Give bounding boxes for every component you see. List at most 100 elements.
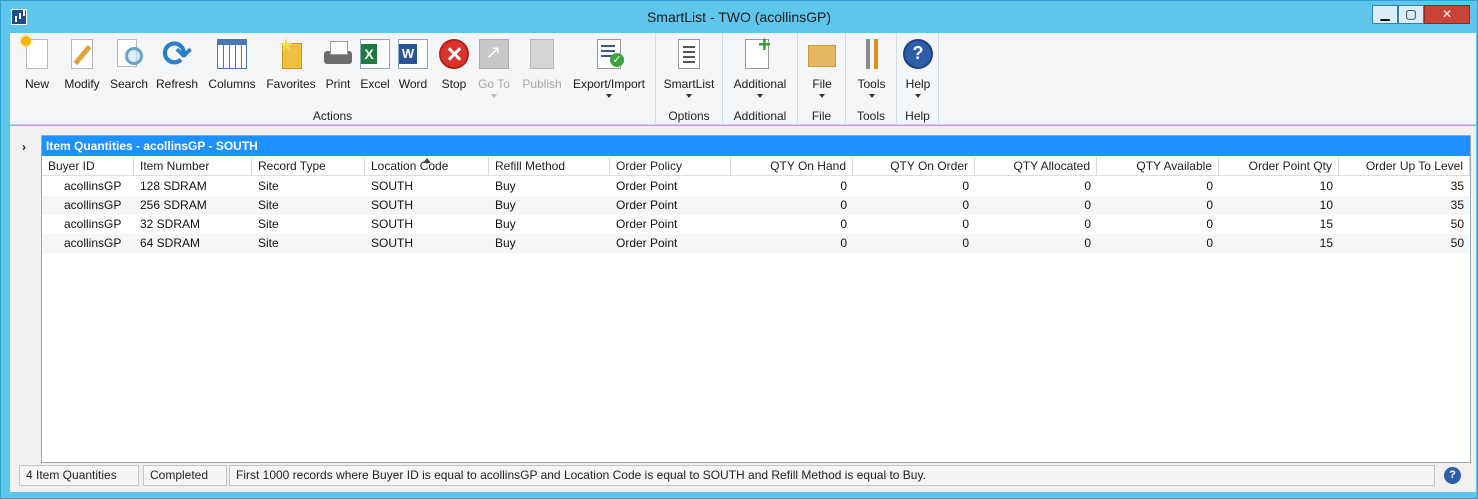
table-cell: Site	[258, 236, 279, 250]
table-cell: 64 SDRAM	[140, 236, 201, 250]
modify-pencil-icon	[71, 39, 93, 69]
word-icon	[398, 39, 428, 69]
file-button[interactable]: File	[802, 37, 842, 103]
table-row[interactable]: acollinsGP 64 SDRAM Site SOUTH Buy Order Poin…	[42, 234, 1470, 253]
expand-panel-chevron-icon[interactable]: ›	[22, 140, 26, 154]
table-cell: acollinsGP	[64, 217, 122, 231]
maximize-button[interactable]: ▢	[1398, 5, 1424, 24]
table-cell: Buy	[495, 236, 516, 250]
table-cell: acollinsGP	[64, 198, 122, 212]
table-cell: 35	[1450, 198, 1464, 212]
stop-button[interactable]: Stop	[436, 37, 472, 103]
table-cell: 0	[840, 198, 847, 212]
new-button[interactable]: New	[16, 36, 58, 103]
ribbon-group-tools: Tools Tools	[846, 33, 897, 125]
table-cell: acollinsGP	[64, 179, 122, 193]
table-cell: Order Point	[616, 217, 678, 231]
refresh-icon	[162, 33, 192, 75]
group-label-tools: Tools	[856, 109, 885, 123]
table-cell: 0	[1206, 236, 1213, 250]
grid-header: Buyer ID Item Number Record Type Location C…	[42, 157, 1470, 176]
print-button[interactable]: Print	[320, 37, 356, 103]
tools-icon	[857, 39, 887, 69]
word-label: Word	[398, 77, 428, 91]
column-header[interactable]: QTY On Hand	[731, 157, 853, 176]
column-header[interactable]: QTY Allocated	[975, 157, 1097, 176]
table-cell: Order Point	[616, 236, 678, 250]
group-label-actions: Actions	[312, 109, 353, 123]
column-header[interactable]: Buyer ID	[42, 157, 134, 176]
column-header[interactable]: Refill Method	[489, 157, 610, 176]
word-button[interactable]: Word	[395, 37, 431, 103]
column-header[interactable]: QTY Available	[1097, 157, 1219, 176]
smartlist-button[interactable]: SmartList	[660, 37, 718, 103]
column-header[interactable]: Order Point Qty	[1219, 157, 1339, 176]
table-cell: 0	[1084, 179, 1091, 193]
modify-button[interactable]: Modify	[60, 37, 104, 103]
title-bar[interactable]: SmartList - TWO (acollinsGP) ▁ ▢ ✕	[1, 1, 1477, 32]
print-label: Print	[325, 77, 351, 91]
table-cell: 15	[1319, 236, 1333, 250]
ribbon-group-help: Help Help	[897, 33, 939, 125]
column-header[interactable]: Order Policy	[610, 157, 731, 176]
chevron-down-icon	[757, 94, 763, 98]
minimize-button[interactable]: ▁	[1372, 5, 1398, 24]
help-icon[interactable]: ?	[1444, 467, 1461, 484]
column-header[interactable]: Record Type	[252, 157, 365, 176]
ribbon-group-options: SmartList Options	[656, 33, 723, 125]
group-label-additional: Additional	[733, 109, 787, 123]
table-cell: Order Point	[616, 198, 678, 212]
chevron-down-icon	[915, 94, 921, 98]
table-cell: 0	[840, 236, 847, 250]
table-row[interactable]: acollinsGP 256 SDRAM Site SOUTH Buy Order Poi…	[42, 196, 1470, 215]
columns-label: Columns	[208, 77, 256, 91]
status-bar: 4 Item Quantities Completed First 1000 r…	[10, 463, 1476, 488]
table-row[interactable]: acollinsGP 32 SDRAM Site SOUTH Buy Order Poin…	[42, 215, 1470, 234]
help-button[interactable]: Help	[899, 37, 937, 103]
modify-label: Modify	[64, 77, 100, 91]
help-question-icon	[903, 39, 933, 69]
column-header[interactable]: Order Up To Level	[1339, 157, 1470, 176]
chevron-down-icon	[686, 94, 692, 98]
additional-button[interactable]: Additional	[727, 32, 793, 103]
smartlist-icon	[678, 39, 700, 69]
favorites-button[interactable]: Favorites	[263, 35, 319, 103]
search-button[interactable]: Search	[108, 37, 150, 103]
goto-button[interactable]: Go To	[475, 37, 513, 103]
results-grid: Item Quantities - acollinsGP - SOUTH Buy…	[41, 135, 1471, 463]
table-cell: Buy	[495, 179, 516, 193]
favorites-label: Favorites	[266, 77, 316, 91]
table-cell: 10	[1319, 179, 1333, 193]
refresh-button[interactable]: Refresh	[154, 33, 200, 103]
goto-label: Go To	[478, 77, 510, 91]
table-cell: Order Point	[616, 179, 678, 193]
publish-button[interactable]: Publish	[519, 37, 565, 103]
table-cell: 0	[1206, 198, 1213, 212]
table-cell: Site	[258, 217, 279, 231]
stop-icon	[439, 39, 469, 69]
new-document-icon	[21, 36, 48, 69]
smartlist-window: SmartList - TWO (acollinsGP) ▁ ▢ ✕ New M…	[0, 0, 1478, 499]
table-cell: SOUTH	[371, 236, 413, 250]
results-area: › Item Quantities - acollinsGP - SOUTH B…	[10, 126, 1476, 492]
tools-button[interactable]: Tools	[850, 37, 893, 103]
table-cell: Buy	[495, 217, 516, 231]
stop-label: Stop	[441, 77, 467, 91]
chevron-down-icon	[491, 94, 497, 98]
table-cell: 50	[1450, 217, 1464, 231]
table-cell: SOUTH	[371, 198, 413, 212]
export-import-icon	[597, 39, 624, 69]
export-import-button[interactable]: Export/Import	[568, 37, 650, 103]
column-header[interactable]: QTY On Order	[853, 157, 975, 176]
table-row[interactable]: acollinsGP 128 SDRAM Site SOUTH Buy Order Poi…	[42, 177, 1470, 196]
table-cell: 35	[1450, 179, 1464, 193]
column-header[interactable]: Item Number	[134, 157, 252, 176]
group-label-help: Help	[905, 109, 930, 123]
file-label: File	[812, 77, 832, 91]
table-cell: 0	[962, 179, 969, 193]
columns-button[interactable]: Columns	[204, 37, 260, 103]
table-cell: 0	[1206, 217, 1213, 231]
excel-button[interactable]: Excel	[357, 37, 393, 103]
smartlist-label: SmartList	[663, 77, 715, 91]
close-button[interactable]: ✕	[1424, 5, 1470, 24]
